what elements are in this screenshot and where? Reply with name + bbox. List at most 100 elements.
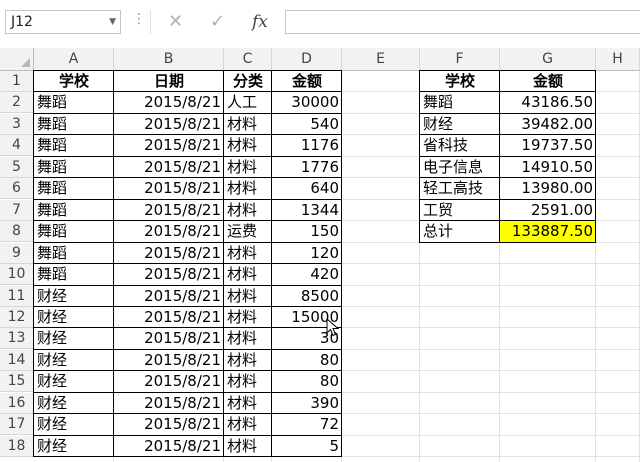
table1-cell[interactable]: 2015/8/21: [114, 371, 224, 392]
table1-cell[interactable]: 材料: [224, 328, 272, 349]
table1-cell[interactable]: 390: [272, 393, 342, 414]
table1-cell[interactable]: 材料: [224, 350, 272, 371]
table2-cell[interactable]: 工贸: [420, 200, 500, 221]
table1-cell[interactable]: 财经: [34, 371, 114, 392]
column-header-b[interactable]: B: [114, 48, 224, 71]
row-header-7[interactable]: 7: [0, 200, 34, 221]
row-header-12[interactable]: 12: [0, 307, 34, 328]
table1-cell[interactable]: 640: [272, 178, 342, 199]
table1-header-cell[interactable]: 学校: [34, 71, 114, 92]
grand-total-cell[interactable]: 133887.50: [500, 221, 596, 242]
table1-cell[interactable]: 舞蹈: [34, 114, 114, 135]
table1-cell[interactable]: 材料: [224, 135, 272, 156]
table1-cell[interactable]: 材料: [224, 393, 272, 414]
table1-cell[interactable]: 舞蹈: [34, 200, 114, 221]
table1-cell[interactable]: 材料: [224, 264, 272, 285]
column-header-c[interactable]: C: [224, 48, 272, 71]
table1-cell[interactable]: 120: [272, 243, 342, 264]
column-header-g[interactable]: G: [500, 48, 596, 71]
table1-cell[interactable]: 材料: [224, 436, 272, 457]
table1-cell[interactable]: 材料: [224, 114, 272, 135]
table2-cell[interactable]: 39482.00: [500, 114, 596, 135]
table2-cell[interactable]: 14910.50: [500, 157, 596, 178]
table1-cell[interactable]: 舞蹈: [34, 221, 114, 242]
row-header-17[interactable]: 17: [0, 414, 34, 435]
table2-cell[interactable]: 19737.50: [500, 135, 596, 156]
table2-cell[interactable]: 43186.50: [500, 92, 596, 113]
table1-cell[interactable]: 舞蹈: [34, 135, 114, 156]
insert-function-icon[interactable]: fx: [252, 10, 268, 34]
table1-header-cell[interactable]: 分类: [224, 71, 272, 92]
formula-input[interactable]: [285, 10, 640, 34]
table1-cell[interactable]: 2015/8/21: [114, 92, 224, 113]
table1-cell[interactable]: 财经: [34, 328, 114, 349]
row-header-8[interactable]: 8: [0, 221, 34, 242]
table2-cell[interactable]: 2591.00: [500, 200, 596, 221]
table2-header-cell[interactable]: 学校: [420, 71, 500, 92]
table1-cell[interactable]: 舞蹈: [34, 264, 114, 285]
cancel-icon[interactable]: ✕: [168, 10, 183, 34]
table1-cell[interactable]: 150: [272, 221, 342, 242]
column-header-d[interactable]: D: [272, 48, 342, 71]
table1-cell[interactable]: 材料: [224, 157, 272, 178]
row-header-9[interactable]: 9: [0, 243, 34, 264]
table2-cell[interactable]: 13980.00: [500, 178, 596, 199]
table1-cell[interactable]: 72: [272, 414, 342, 435]
table1-cell[interactable]: 材料: [224, 414, 272, 435]
table1-cell[interactable]: 人工: [224, 92, 272, 113]
name-box[interactable]: J12 ▼: [5, 10, 121, 34]
table1-cell[interactable]: 2015/8/21: [114, 221, 224, 242]
table1-cell[interactable]: 2015/8/21: [114, 264, 224, 285]
table1-cell[interactable]: 2015/8/21: [114, 135, 224, 156]
table1-cell[interactable]: 财经: [34, 393, 114, 414]
row-header-18[interactable]: 18: [0, 436, 34, 457]
table1-cell[interactable]: 运费: [224, 221, 272, 242]
row-header-10[interactable]: 10: [0, 264, 34, 285]
row-header-6[interactable]: 6: [0, 178, 34, 199]
table1-cell[interactable]: 30000: [272, 92, 342, 113]
row-header-5[interactable]: 5: [0, 157, 34, 178]
column-header-a[interactable]: A: [34, 48, 114, 71]
table1-cell[interactable]: 2015/8/21: [114, 157, 224, 178]
table1-cell[interactable]: 80: [272, 350, 342, 371]
table1-cell[interactable]: 材料: [224, 178, 272, 199]
spreadsheet-grid[interactable]: A B C D E F G H 1 2 3 4 5 6 7 8 9 10 11 12 13 14 15 16 17 18 学校 日期分…: [0, 48, 640, 462]
table1-cell[interactable]: 舞蹈: [34, 157, 114, 178]
table2-cell[interactable]: 轻工高技: [420, 178, 500, 199]
table1-cell[interactable]: 2015/8/21: [114, 436, 224, 457]
table2-header-cell[interactable]: 金额: [500, 71, 596, 92]
table1-cell[interactable]: 8500: [272, 286, 342, 307]
table1-cell[interactable]: 2015/8/21: [114, 200, 224, 221]
table1-header-cell[interactable]: 日期: [114, 71, 224, 92]
row-header-14[interactable]: 14: [0, 350, 34, 371]
row-header-1[interactable]: 1: [0, 71, 34, 92]
column-header-f[interactable]: F: [420, 48, 500, 71]
table2-cell[interactable]: 省科技: [420, 135, 500, 156]
table1-cell[interactable]: 2015/8/21: [114, 307, 224, 328]
table1-cell[interactable]: 1176: [272, 135, 342, 156]
table1-cell[interactable]: 材料: [224, 371, 272, 392]
table1-cell[interactable]: 材料: [224, 200, 272, 221]
table2-cell[interactable]: 电子信息: [420, 157, 500, 178]
table2-cell[interactable]: 财经: [420, 114, 500, 135]
enter-icon[interactable]: ✓: [210, 10, 225, 34]
table1-cell[interactable]: 财经: [34, 307, 114, 328]
table1-cell[interactable]: 1344: [272, 200, 342, 221]
row-header-4[interactable]: 4: [0, 135, 34, 156]
table1-cell[interactable]: 2015/8/21: [114, 393, 224, 414]
column-header-e[interactable]: E: [342, 48, 420, 71]
table1-cell[interactable]: 2015/8/21: [114, 350, 224, 371]
table1-cell[interactable]: 舞蹈: [34, 92, 114, 113]
table1-header-cell[interactable]: 金额: [272, 71, 342, 92]
table1-cell[interactable]: 财经: [34, 436, 114, 457]
table1-cell[interactable]: 财经: [34, 414, 114, 435]
table2-cell[interactable]: 总计: [420, 221, 500, 242]
table1-cell[interactable]: 2015/8/21: [114, 114, 224, 135]
table1-cell[interactable]: 1776: [272, 157, 342, 178]
row-header-16[interactable]: 16: [0, 393, 34, 414]
chevron-down-icon[interactable]: ▼: [109, 11, 116, 33]
table1-cell[interactable]: 2015/8/21: [114, 178, 224, 199]
row-header-15[interactable]: 15: [0, 371, 34, 392]
table1-cell[interactable]: 材料: [224, 286, 272, 307]
row-header-2[interactable]: 2: [0, 92, 34, 113]
